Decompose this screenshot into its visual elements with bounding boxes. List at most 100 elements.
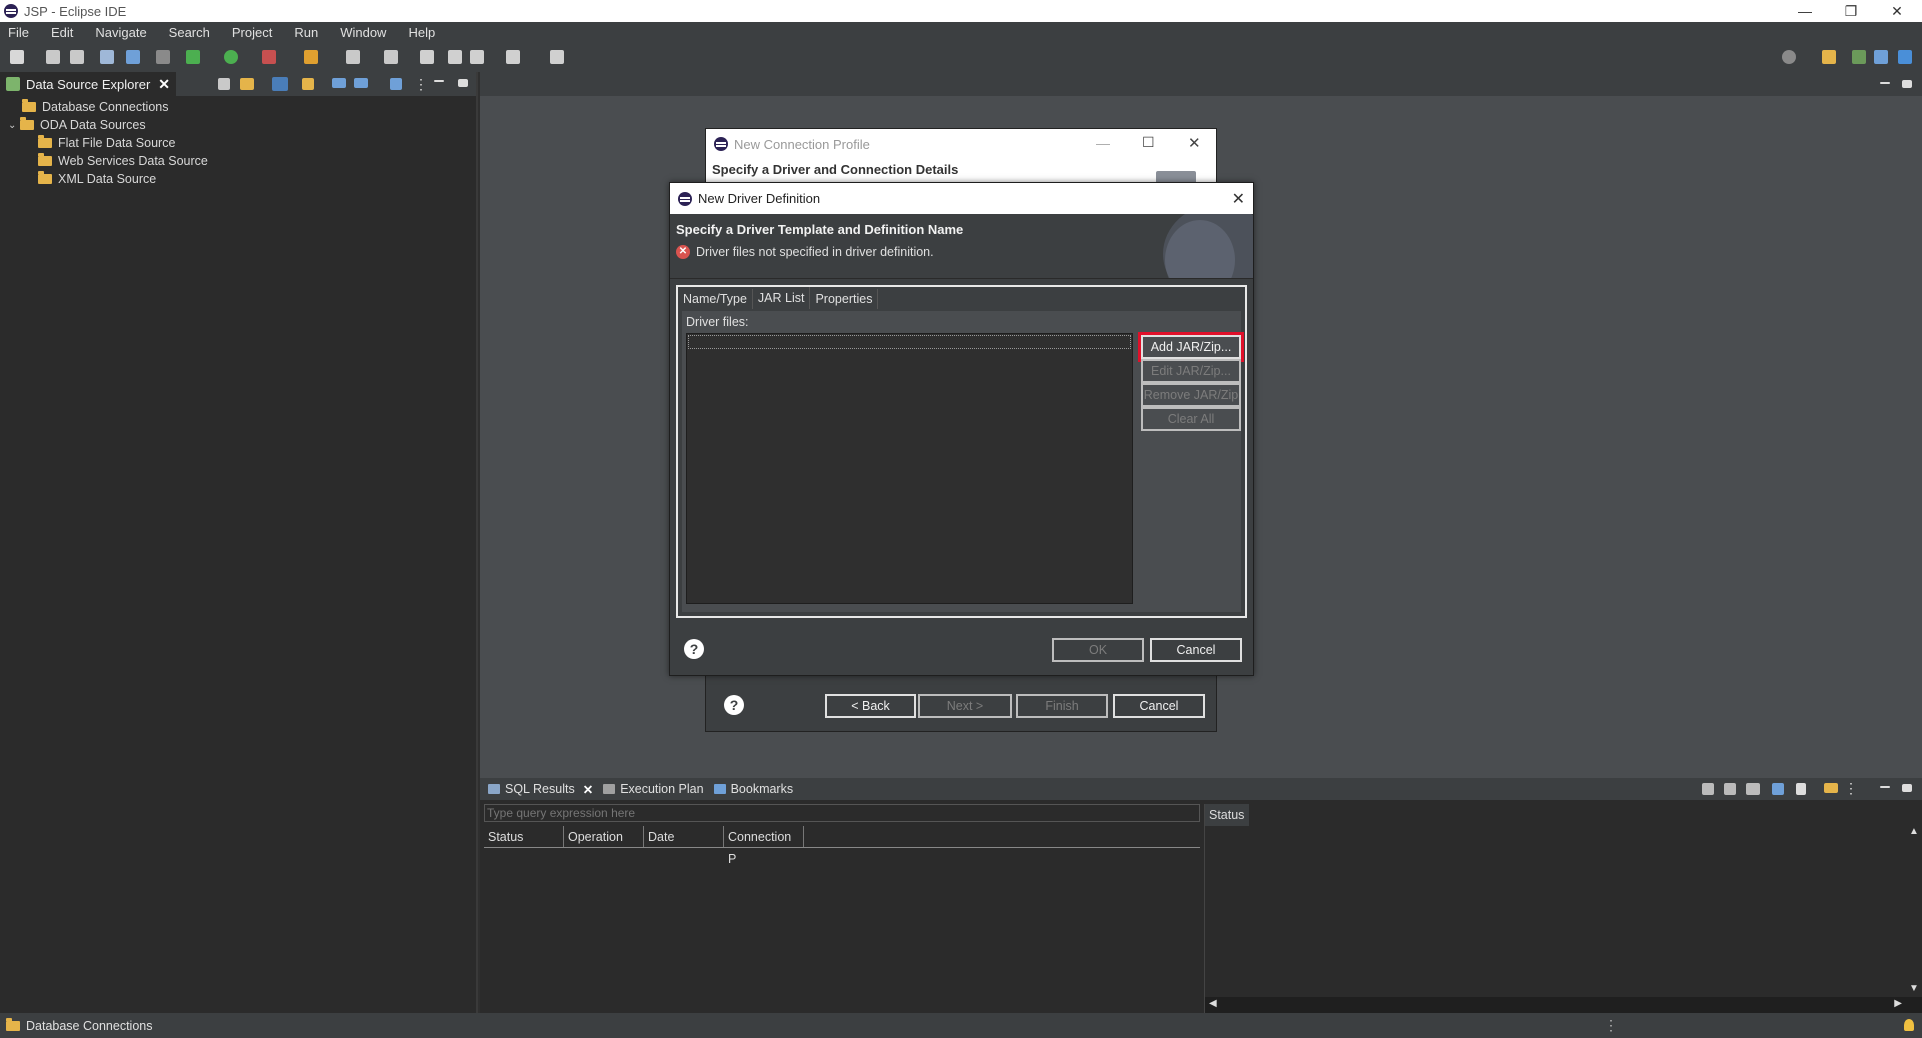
driver-files-list[interactable] — [686, 333, 1133, 604]
help-icon[interactable]: ? — [684, 639, 704, 659]
filter-icon[interactable] — [272, 77, 288, 91]
remove-result-icon[interactable] — [1724, 783, 1736, 795]
finish-button[interactable]: Finish — [1016, 694, 1108, 718]
connect-icon[interactable] — [332, 78, 346, 88]
back-button[interactable]: < Back — [825, 694, 916, 718]
edit-jar-zip-button[interactable]: Edit JAR/Zip... — [1141, 359, 1241, 383]
close-icon[interactable]: ✕ — [583, 782, 593, 797]
run-icon[interactable] — [224, 50, 238, 64]
view-menu-icon[interactable]: ⋮ — [414, 77, 428, 91]
minimize-button[interactable]: — — [1782, 0, 1828, 22]
tree-item-flat-file[interactable]: Flat File Data Source — [0, 134, 476, 152]
chevron-right-icon[interactable]: ▶ — [1894, 998, 1902, 1009]
export-icon[interactable] — [1772, 783, 1784, 795]
new-icon[interactable] — [10, 50, 24, 64]
chevron-up-icon[interactable]: ▲ — [1909, 826, 1919, 837]
list-item[interactable] — [688, 335, 1131, 349]
maximize-icon[interactable]: ☐ — [1142, 134, 1155, 151]
java-ee-perspective-icon[interactable] — [1852, 50, 1866, 64]
terminate-icon[interactable] — [1702, 783, 1714, 795]
tab-jar-list[interactable]: JAR List — [752, 287, 811, 309]
annotation-icon[interactable] — [346, 50, 360, 64]
view-menu-icon[interactable]: ⋮ — [1844, 781, 1858, 795]
chevron-down-icon[interactable]: ▼ — [1909, 983, 1919, 994]
tab-data-source-explorer[interactable]: Data Source Explorer ✕ — [0, 72, 177, 96]
remove-all-icon[interactable] — [1746, 783, 1760, 795]
save-result-icon[interactable] — [1796, 783, 1806, 795]
close-icon[interactable]: ✕ — [1232, 189, 1245, 209]
pin-editor-icon[interactable] — [550, 50, 564, 64]
query-expression-input[interactable] — [484, 804, 1200, 822]
column-header-date[interactable]: Date — [644, 826, 724, 847]
next-button[interactable]: Next > — [918, 694, 1012, 718]
menu-window[interactable]: Window — [340, 25, 386, 40]
back-icon[interactable] — [420, 50, 434, 64]
tree-item-database-connections[interactable]: Database Connections — [0, 98, 476, 116]
status-menu-icon[interactable]: ⋮ — [1604, 1017, 1618, 1034]
open-task-icon[interactable] — [304, 50, 318, 64]
close-icon[interactable]: ✕ — [158, 76, 170, 93]
skip-breakpoints-icon[interactable] — [156, 50, 170, 64]
close-icon[interactable]: ✕ — [1188, 134, 1201, 152]
close-window-button[interactable]: ✕ — [1874, 0, 1920, 22]
nav-forward-icon[interactable] — [506, 50, 520, 64]
disconnect-icon[interactable] — [354, 78, 368, 88]
debug-perspective-icon[interactable] — [1898, 50, 1912, 64]
external-tools-icon[interactable] — [262, 50, 276, 64]
open-perspective-icon[interactable] — [1822, 50, 1836, 64]
vertical-scrollbar[interactable]: ▲ ▼ — [1906, 826, 1922, 994]
new-connection-icon[interactable] — [302, 78, 314, 90]
menu-run[interactable]: Run — [294, 25, 318, 40]
menu-file[interactable]: File — [8, 25, 29, 40]
tab-sql-results[interactable]: SQL Results ✕ — [488, 782, 593, 797]
tab-name-type[interactable]: Name/Type — [678, 289, 753, 309]
pin-icon[interactable] — [1824, 783, 1838, 793]
save-icon[interactable] — [46, 50, 60, 64]
menu-edit[interactable]: Edit — [51, 25, 73, 40]
menu-search[interactable]: Search — [169, 25, 210, 40]
minimize-editor-icon[interactable] — [1880, 82, 1890, 84]
column-header-operation[interactable]: Operation — [564, 826, 644, 847]
ok-button[interactable]: OK — [1052, 638, 1144, 662]
collapse-all-icon[interactable] — [218, 78, 230, 90]
menu-project[interactable]: Project — [232, 25, 272, 40]
remove-jar-zip-button[interactable]: Remove JAR/Zip — [1141, 383, 1241, 407]
add-jar-zip-button[interactable]: Add JAR/Zip... — [1138, 332, 1244, 362]
search-icon[interactable] — [1782, 50, 1796, 64]
column-header-status[interactable]: Status — [484, 826, 564, 847]
database-perspective-icon[interactable] — [1874, 50, 1888, 64]
cancel-button[interactable]: Cancel — [1150, 638, 1242, 662]
cancel-button[interactable]: Cancel — [1113, 694, 1205, 718]
tree-item-web-services[interactable]: Web Services Data Source — [0, 152, 476, 170]
save-all-icon[interactable] — [70, 50, 84, 64]
menu-navigate[interactable]: Navigate — [95, 25, 146, 40]
properties-icon[interactable] — [100, 50, 114, 64]
maximize-view-icon[interactable] — [1902, 784, 1912, 792]
tab-execution-plan[interactable]: Execution Plan — [603, 782, 704, 796]
chevron-left-icon[interactable]: ◀ — [1209, 998, 1217, 1009]
menu-help[interactable]: Help — [408, 25, 435, 40]
terminal-icon[interactable] — [126, 50, 140, 64]
tab-properties[interactable]: Properties — [810, 289, 879, 309]
debug-icon[interactable] — [186, 50, 200, 64]
help-icon[interactable]: ? — [724, 695, 744, 715]
column-header-connection[interactable]: Connection P — [724, 826, 804, 866]
minimize-icon[interactable]: — — [1096, 135, 1110, 151]
nav-back-icon[interactable] — [470, 50, 484, 64]
tree-item-oda-data-sources[interactable]: ⌄ ODA Data Sources — [0, 116, 476, 134]
chevron-down-icon[interactable]: ⌄ — [8, 120, 18, 131]
horizontal-scrollbar[interactable]: ◀ ▶ — [1205, 997, 1922, 1013]
link-with-editor-icon[interactable] — [240, 78, 254, 90]
clear-all-button[interactable]: Clear All — [1141, 407, 1241, 431]
last-edit-icon[interactable] — [384, 50, 398, 64]
tree-item-xml[interactable]: XML Data Source — [0, 170, 476, 188]
minimize-view-icon[interactable] — [1880, 786, 1890, 788]
maximize-editor-icon[interactable] — [1902, 80, 1912, 88]
lightbulb-icon[interactable] — [1904, 1019, 1914, 1031]
restore-button[interactable]: ❐ — [1828, 0, 1874, 22]
tab-bookmarks[interactable]: Bookmarks — [713, 782, 793, 796]
minimize-view-icon[interactable] — [434, 80, 444, 82]
maximize-view-icon[interactable] — [458, 79, 468, 87]
import-icon[interactable] — [390, 78, 402, 90]
forward-icon[interactable] — [448, 50, 462, 64]
